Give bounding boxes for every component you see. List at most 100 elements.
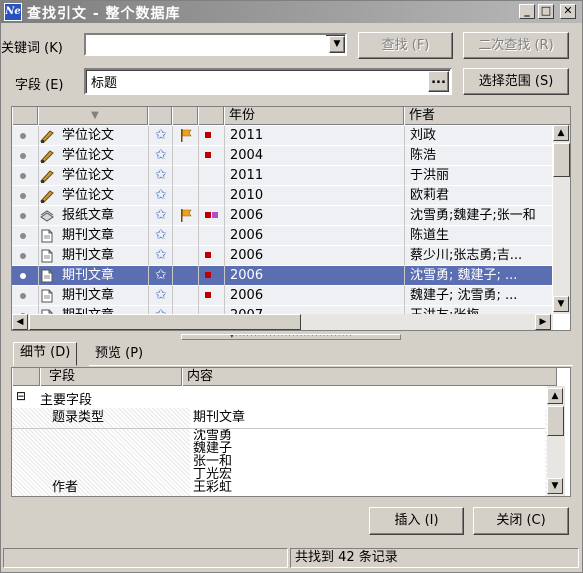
- col-separator: [198, 146, 199, 166]
- flag-icon[interactable]: [180, 129, 192, 142]
- table-row[interactable]: 期刊文章 ✩ 2006 蔡少川;张志勇;吉...: [12, 246, 552, 266]
- table-row[interactable]: 学位论文 ✩ 2010 欧莉君: [12, 186, 552, 206]
- close-button[interactable]: 关闭 (C): [473, 507, 569, 535]
- col-header-year[interactable]: 年份: [224, 107, 404, 125]
- refind-button[interactable]: 二次查找 (R): [463, 32, 569, 59]
- window-title: 查找引文 - 整个数据库: [27, 6, 181, 22]
- author-line: 张一和: [193, 454, 233, 469]
- col-separator: [224, 166, 225, 186]
- read-status-icon: [20, 213, 26, 219]
- table-row[interactable]: 期刊文章 ✩ 2006 陈道生: [12, 226, 552, 246]
- details-col-header-field[interactable]: 字段: [40, 368, 182, 386]
- table-vscroll-thumb[interactable]: [553, 143, 570, 177]
- details-vscroll-thumb[interactable]: [547, 406, 564, 436]
- row-author: 欧莉君: [410, 188, 450, 203]
- scroll-up-icon[interactable]: ▲: [553, 125, 569, 141]
- table-hscrollbar[interactable]: ◀ ▶: [12, 314, 553, 330]
- details-vscrollbar[interactable]: ▲ ▼: [547, 386, 565, 496]
- star-icon[interactable]: ✩: [155, 287, 167, 303]
- tab-details[interactable]: 细节 (D): [13, 342, 78, 366]
- col-separator: [148, 206, 149, 226]
- col-header-status[interactable]: [12, 107, 38, 125]
- col-separator: [224, 246, 225, 266]
- col-header-author[interactable]: 作者: [404, 107, 570, 125]
- keyword-label: 关键词 (K): [1, 41, 63, 56]
- scroll-left-icon[interactable]: ◀: [12, 314, 28, 330]
- row-author: 陈浩: [410, 148, 437, 163]
- scroll-right-icon[interactable]: ▶: [535, 314, 551, 330]
- details-scroll-up-icon[interactable]: ▲: [547, 388, 563, 404]
- star-icon[interactable]: ✩: [155, 207, 167, 223]
- col-header-type[interactable]: ▼: [38, 107, 148, 125]
- star-icon[interactable]: ✩: [155, 247, 167, 263]
- insert-button[interactable]: 插入 (I): [369, 507, 464, 535]
- minimize-button[interactable]: _: [519, 4, 535, 19]
- row-year: 2010: [230, 188, 264, 203]
- star-icon[interactable]: ✩: [155, 167, 167, 183]
- status-panel-left: [3, 548, 288, 568]
- read-status-icon: [20, 273, 26, 279]
- col-separator: [404, 286, 405, 306]
- col-separator: [404, 266, 405, 286]
- table-row[interactable]: 期刊文章 ✩ 2006 魏建子; 沈雪勇; ...: [12, 286, 552, 306]
- chevron-down-icon[interactable]: ▼: [329, 36, 345, 53]
- star-icon[interactable]: ✩: [155, 187, 167, 203]
- row-year: 2004: [230, 148, 264, 163]
- star-icon[interactable]: ✩: [155, 147, 167, 163]
- thesis-icon: [40, 189, 54, 203]
- col-header-flag[interactable]: [172, 107, 198, 125]
- details-pane: 字段 内容 ⊟ 主要字段 题录类型 期刊文章 作者 沈雪勇 魏建子 张一和 丁光宏 王彩…: [11, 367, 571, 497]
- tab-strip-line: [89, 365, 573, 366]
- group-collapse-icon[interactable]: ⊟: [16, 389, 26, 403]
- maximize-button[interactable]: □: [538, 4, 554, 19]
- col-header-mark[interactable]: [198, 107, 224, 125]
- table-row[interactable]: 期刊文章 ✩ 2006 沈雪勇; 魏建子; ...: [12, 266, 552, 286]
- find-button[interactable]: 查找 (F): [358, 32, 453, 59]
- row-type: 学位论文: [62, 148, 115, 163]
- row-type: 期刊文章: [62, 268, 115, 283]
- close-window-button[interactable]: ✕: [560, 4, 576, 19]
- row-type: 学位论文: [62, 128, 115, 143]
- flag-icon[interactable]: [180, 209, 192, 222]
- details-header: 字段 内容: [12, 368, 557, 386]
- scroll-down-icon[interactable]: ▼: [553, 296, 569, 312]
- keyword-input[interactable]: [86, 35, 326, 54]
- read-status-icon: [20, 233, 26, 239]
- row-year: 2006: [230, 248, 264, 263]
- read-status-icon: [20, 193, 26, 199]
- col-separator: [172, 206, 173, 226]
- table-row[interactable]: 学位论文 ✩ 2004 陈浩: [12, 146, 552, 166]
- col-separator: [404, 126, 405, 146]
- col-separator: [148, 126, 149, 146]
- star-icon[interactable]: ✩: [155, 267, 167, 283]
- details-scroll-down-icon[interactable]: ▼: [547, 478, 563, 494]
- table-hscroll-thumb[interactable]: [29, 314, 301, 330]
- detail-content-type: 期刊文章: [190, 408, 545, 428]
- tab-preview[interactable]: 预览 (P): [89, 344, 149, 365]
- star-icon[interactable]: ✩: [155, 227, 167, 243]
- title-bar[interactable]: Ne 查找引文 - 整个数据库 _ □ ✕: [1, 1, 582, 23]
- table-row[interactable]: 学位论文 ✩ 2011 于洪丽: [12, 166, 552, 186]
- star-icon[interactable]: ✩: [155, 127, 167, 143]
- col-separator: [198, 226, 199, 246]
- journal-icon: [40, 269, 54, 283]
- col-separator: [172, 126, 173, 146]
- splitter-grip[interactable]: ▾ · · · · · · · · · · · · · · · · · · · …: [181, 334, 401, 340]
- col-separator: [172, 266, 173, 286]
- col-separator: [404, 146, 405, 166]
- table-row[interactable]: 报纸文章 ✩ 2006 沈雪勇;魏建子;张一和: [12, 206, 552, 226]
- details-col-header-content[interactable]: 内容: [182, 368, 557, 386]
- select-range-button[interactable]: 选择范围 (S): [463, 68, 569, 95]
- sort-arrow-icon: ▼: [91, 110, 99, 121]
- col-header-star[interactable]: [148, 107, 172, 125]
- row-type: 期刊文章: [62, 288, 115, 303]
- journal-icon: [40, 229, 54, 243]
- col-separator: [198, 166, 199, 186]
- keyword-combobox[interactable]: ▼: [84, 33, 347, 56]
- field-ellipsis-button[interactable]: ...: [428, 71, 449, 92]
- table-vscrollbar[interactable]: ▲ ▼: [553, 125, 570, 314]
- col-separator: [38, 146, 39, 166]
- table-row[interactable]: 学位论文 ✩ 2011 刘政: [12, 126, 552, 146]
- col-separator: [38, 246, 39, 266]
- row-type: 学位论文: [62, 188, 115, 203]
